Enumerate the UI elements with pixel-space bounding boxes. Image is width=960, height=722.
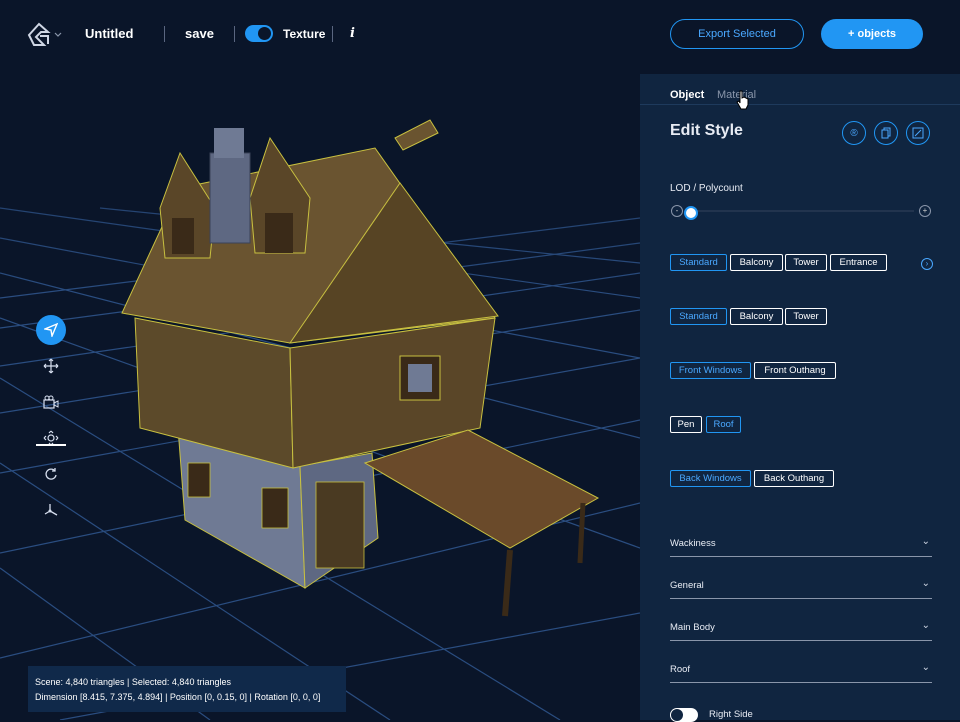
right-side-label: Right Side (709, 709, 753, 720)
divider (164, 26, 165, 42)
navigation-arrow-icon (44, 323, 58, 337)
copy-button[interactable] (874, 121, 898, 145)
scene-status: Scene: 4,840 triangles | Selected: 4,840… (28, 666, 346, 712)
save-button[interactable]: save (185, 26, 214, 41)
randomize-icon: ® (850, 127, 858, 139)
chevron-down-icon (54, 32, 62, 37)
info-button[interactable]: i (350, 26, 355, 41)
next-options-button[interactable]: › (921, 258, 933, 270)
chip-tower[interactable]: Tower (785, 308, 827, 325)
lod-label: LOD / Polycount (670, 183, 743, 194)
accordion-label: General (670, 580, 704, 591)
axis-tool-button[interactable] (36, 495, 66, 525)
edit-image-button[interactable] (906, 121, 930, 145)
accordion-wackiness[interactable]: Wackiness ⌄ (670, 536, 932, 557)
tool-divider (36, 444, 66, 446)
video-camera-icon (43, 395, 59, 409)
chip-entrance[interactable]: Entrance (830, 254, 887, 271)
select-tool-button[interactable] (36, 315, 66, 345)
rotate-tool-button[interactable] (36, 459, 66, 489)
accordion-main-body[interactable]: Main Body ⌄ (670, 620, 932, 641)
tab-divider (640, 104, 960, 105)
accordion-label: Roof (670, 664, 691, 675)
zoom-tool-button[interactable] (36, 423, 66, 453)
accordion-label: Wackiness (670, 538, 716, 549)
chevron-down-icon: ⌄ (921, 620, 930, 631)
triangle-count: Scene: 4,840 triangles | Selected: 4,840… (35, 677, 231, 687)
lod-increase-button[interactable]: + (919, 205, 931, 217)
chip-front-windows[interactable]: Front Windows (670, 362, 751, 379)
axis-icon (44, 504, 58, 516)
chevron-down-icon: ⌄ (921, 578, 930, 589)
chip-back-outhang[interactable]: Back Outhang (754, 470, 834, 487)
tab-object[interactable]: Object (670, 89, 704, 101)
hand-cursor-icon (736, 90, 749, 110)
chip-back-windows[interactable]: Back Windows (670, 470, 751, 487)
app-logo-menu[interactable] (26, 22, 62, 48)
chevron-down-icon: ⌄ (921, 536, 930, 547)
move-arrows-icon (43, 358, 59, 374)
chip-roof[interactable]: Roof (706, 416, 741, 433)
export-selected-button[interactable]: Export Selected (670, 19, 804, 49)
chevron-down-icon: ⌄ (921, 662, 930, 673)
texture-label: Texture (283, 27, 326, 41)
lod-slider-track[interactable] (686, 210, 914, 212)
transform-readout: Dimension [8.415, 7.375, 4.894] | Positi… (35, 692, 321, 702)
chip-pen[interactable]: Pen (670, 416, 702, 433)
divider (234, 26, 235, 42)
accordion-label: Main Body (670, 622, 715, 633)
chip-standard[interactable]: Standard (670, 308, 727, 325)
rotate-icon (45, 468, 57, 480)
texture-toggle[interactable] (245, 25, 273, 42)
divider (332, 26, 333, 42)
randomize-button[interactable]: ® (842, 121, 866, 145)
panel-heading: Edit Style (670, 122, 743, 139)
chip-front-outhang[interactable]: Front Outhang (754, 362, 836, 379)
chip-balcony[interactable]: Balcony (730, 254, 783, 271)
add-objects-button[interactable]: + objects (821, 19, 923, 49)
accordion-general[interactable]: General ⌄ (670, 578, 932, 599)
copy-icon (881, 127, 891, 139)
chip-standard[interactable]: Standard (670, 254, 727, 271)
scene-render (0, 68, 640, 720)
lod-slider-thumb[interactable] (684, 206, 698, 220)
move-tool-button[interactable] (36, 351, 66, 381)
image-edit-icon (912, 127, 924, 139)
chip-tower[interactable]: Tower (785, 254, 827, 271)
logo-icon (27, 22, 62, 46)
document-title[interactable]: Untitled (85, 26, 133, 41)
properties-panel: Object Material Edit Style ® LOD / Polyc… (640, 74, 960, 722)
chip-balcony[interactable]: Balcony (730, 308, 783, 325)
3d-viewport[interactable]: Scene: 4,840 triangles | Selected: 4,840… (0, 68, 640, 720)
lod-decrease-button[interactable]: - (671, 205, 683, 217)
camera-tool-button[interactable] (36, 387, 66, 417)
accordion-roof[interactable]: Roof ⌄ (670, 662, 932, 683)
top-bar: Untitled save Texture i Export Selected … (0, 0, 960, 68)
